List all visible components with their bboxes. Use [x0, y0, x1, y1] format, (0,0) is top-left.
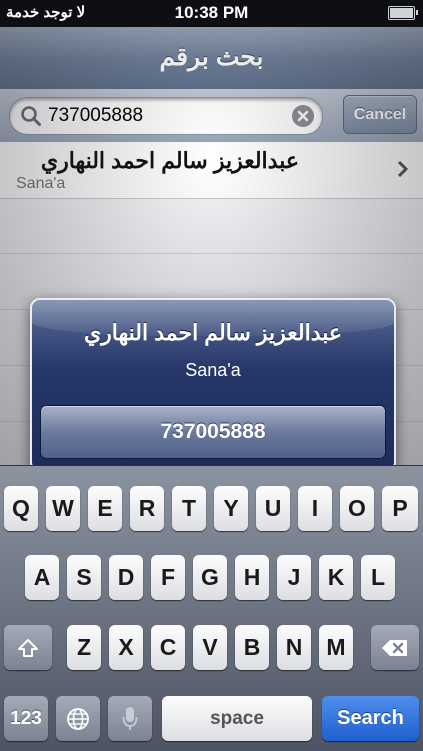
result-name: عبدالعزيز سالم احمد النهاري [40, 148, 299, 173]
key-x[interactable]: X [109, 625, 143, 670]
key-v[interactable]: V [193, 625, 227, 670]
key-t[interactable]: T [172, 486, 206, 531]
clear-icon[interactable] [292, 105, 314, 127]
key-i[interactable]: I [298, 486, 332, 531]
key-s[interactable]: S [67, 555, 101, 600]
search-value[interactable]: 737005888 [48, 105, 143, 127]
page-title: بحث برقم [159, 43, 264, 71]
search-icon [21, 106, 41, 126]
navigation-bar: بحث برقم [0, 27, 423, 90]
shift-arrow-icon [18, 638, 38, 657]
cancel-button[interactable]: Cancel [343, 95, 417, 134]
chevron-right-icon [397, 160, 409, 178]
result-city: Sana'a [16, 175, 66, 192]
key-a[interactable]: A [25, 555, 59, 600]
key-d[interactable]: D [109, 555, 143, 600]
backspace-icon [382, 639, 407, 656]
search-bar: 737005888 Cancel [0, 89, 423, 143]
key-h[interactable]: H [235, 555, 269, 600]
microphone-icon [122, 706, 138, 730]
search-input[interactable]: 737005888 [9, 97, 323, 135]
battery-icon [388, 6, 418, 20]
key-b[interactable]: B [235, 625, 269, 670]
key-l[interactable]: L [361, 555, 395, 600]
key-j[interactable]: J [277, 555, 311, 600]
space-key[interactable]: space [162, 696, 312, 741]
key-q[interactable]: Q [4, 486, 38, 531]
divider [0, 253, 423, 254]
status-bar: لا توجد خدمة 10:38 PM [0, 0, 423, 27]
key-g[interactable]: G [193, 555, 227, 600]
alert-dialog: عبدالعزيز سالم احمد النهاري Sana'a 73700… [30, 298, 396, 472]
key-z[interactable]: Z [67, 625, 101, 670]
numbers-key[interactable]: 123 [4, 696, 48, 741]
call-number-button[interactable]: 737005888 [40, 405, 386, 459]
key-n[interactable]: N [277, 625, 311, 670]
search-key[interactable]: Search [322, 696, 419, 741]
globe-key[interactable] [56, 696, 100, 741]
key-u[interactable]: U [256, 486, 290, 531]
globe-icon [67, 707, 89, 730]
clock: 10:38 PM [174, 3, 249, 22]
key-e[interactable]: E [88, 486, 122, 531]
key-p[interactable]: P [382, 486, 418, 531]
key-y[interactable]: Y [214, 486, 248, 531]
key-w[interactable]: W [46, 486, 80, 531]
alert-message: Sana'a [185, 360, 241, 380]
key-m[interactable]: M [319, 625, 353, 670]
dictation-key[interactable] [108, 696, 152, 741]
key-o[interactable]: O [340, 486, 374, 531]
list-item[interactable]: عبدالعزيز سالم احمد النهاري Sana'a [0, 142, 423, 199]
key-f[interactable]: F [151, 555, 185, 600]
key-k[interactable]: K [319, 555, 353, 600]
shift-key[interactable] [4, 625, 52, 670]
key-r[interactable]: R [130, 486, 164, 531]
keyboard: Q W E R T Y U I O P A S D F G H J K L Z … [0, 465, 423, 751]
delete-key[interactable] [371, 625, 419, 670]
alert-title: عبدالعزيز سالم احمد النهاري [83, 320, 343, 345]
key-c[interactable]: C [151, 625, 185, 670]
